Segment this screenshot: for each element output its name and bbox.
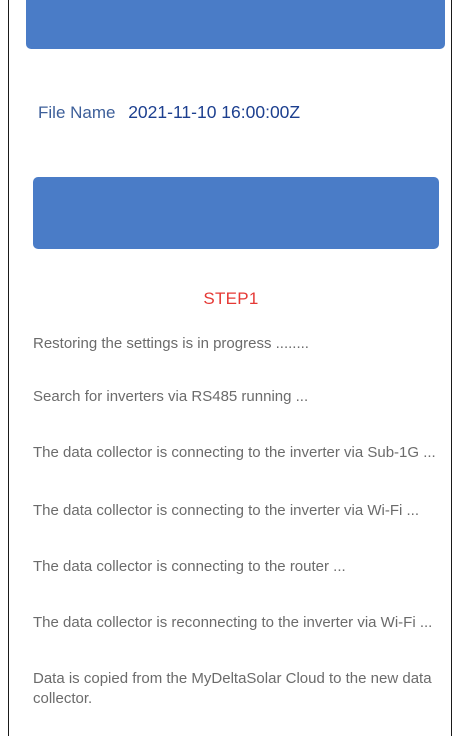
status-reconnecting-wifi: The data collector is reconnecting to th… xyxy=(33,614,433,631)
status-search-inverters-rs485: Search for inverters via RS485 running .… xyxy=(33,388,309,405)
file-name-value: 2021-11-10 16:00:00Z xyxy=(128,102,301,122)
status-connecting-router: The data collector is connecting to the … xyxy=(33,558,346,575)
status-connecting-wifi: The data collector is connecting to the … xyxy=(33,502,419,519)
status-restoring-settings: Restoring the settings is in progress ..… xyxy=(33,335,309,352)
step-title: STEP1 xyxy=(203,289,259,308)
status-copying-cloud-data: Data is copied from the MyDeltaSolar Clo… xyxy=(33,670,432,707)
file-name-row: File Name 2021-11-10 16:00:00Z xyxy=(38,102,300,123)
screen-frame: File Name 2021-11-10 16:00:00Z STEP1 Res… xyxy=(8,0,452,736)
top-action-button[interactable] xyxy=(26,0,445,49)
restore-button[interactable] xyxy=(33,177,439,249)
file-name-label: File Name xyxy=(38,103,116,122)
status-connecting-sub1g: The data collector is connecting to the … xyxy=(33,444,436,461)
